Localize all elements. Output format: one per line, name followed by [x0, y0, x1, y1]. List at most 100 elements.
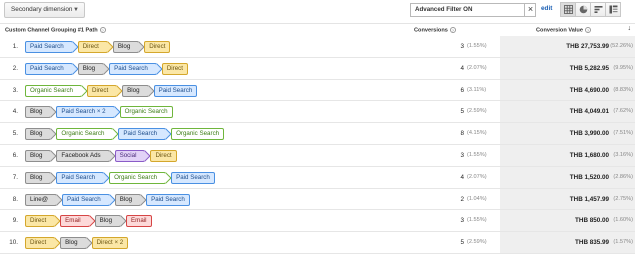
conversions-column-label: Conversions: [414, 27, 448, 34]
channel-chip: Paid Search: [153, 84, 198, 97]
channel-chip: Blog: [77, 62, 105, 75]
edit-filter-link[interactable]: edit: [541, 5, 552, 12]
conversion-value-column-label: Conversion Value: [536, 27, 583, 34]
conversions-percent: (2.59%): [467, 108, 487, 115]
channel-chip: Blog: [25, 149, 52, 162]
conversion-value-percent: (3.16%): [613, 151, 633, 158]
conversions-percent: (1.55%): [467, 151, 487, 158]
conversions-value: 6: [460, 86, 464, 94]
channel-chip: Blog: [122, 84, 149, 97]
channel-chip: Paid Search: [25, 62, 73, 75]
channel-path: Paid Search Direct Blog Direct: [25, 41, 175, 53]
channel-path: Organic Search Direct Blog Paid Search: [25, 84, 202, 97]
conversion-value: THB 850.00: [575, 217, 609, 225]
channel-chip: Organic Search: [109, 171, 167, 184]
row-number: 4.: [12, 108, 18, 116]
table-row: 8. Line@ Paid Search Blog Paid Search 2 (1.…: [0, 189, 635, 211]
row-number: 3.: [12, 86, 18, 94]
conversion-value: THB 1,680.00: [569, 151, 609, 159]
conversions-percent: (2.59%): [467, 239, 487, 246]
channel-chip: Blog: [114, 193, 142, 206]
secondary-dimension-label: Secondary dimension: [11, 6, 73, 13]
channel-chip: Organic Search: [171, 128, 225, 141]
clear-filter-button[interactable]: ×: [524, 3, 536, 17]
sort-desc-icon[interactable]: ↓: [628, 25, 632, 32]
channel-chip: Direct: [161, 62, 188, 75]
row-number: 2.: [12, 64, 18, 72]
channel-chip: Organic Search: [56, 128, 114, 141]
channel-chip: Email: [126, 215, 152, 228]
data-table-body: 1. Paid Search Direct Blog Direct 3 (1.55%)…: [0, 36, 635, 254]
bar-view-button[interactable]: [590, 2, 606, 17]
channel-path: Direct Blog Direct × 2: [25, 237, 133, 250]
channel-chip: Facebook Ads: [56, 149, 110, 162]
conversions-percent: (2.07%): [467, 64, 487, 71]
channel-chip: Paid Search: [171, 171, 215, 184]
table-row: 4. Blog Paid Search × 2 Organic Search 5 (…: [0, 101, 635, 124]
conversion-value-percent: (2.86%): [613, 173, 633, 180]
table-row: 7. Blog Paid Search Organic Search Paid Sea…: [0, 167, 635, 189]
conversion-value: THB 5,282.95: [569, 64, 609, 72]
channel-path: Blog Facebook Ads Social Direct: [25, 149, 182, 162]
table-header: Custom Channel Grouping #1 Path? Convers…: [0, 24, 635, 36]
conversions-value: 3: [460, 217, 464, 225]
conversions-percent: (4.15%): [467, 130, 487, 137]
channel-chip: Paid Search: [109, 62, 157, 75]
channel-path: Blog Paid Search × 2 Organic Search: [25, 106, 178, 119]
conversion-value-percent: (8.83%): [613, 86, 633, 93]
conversion-value: THB 4,690.00: [569, 86, 609, 94]
channel-chip: Direct: [144, 41, 171, 53]
channel-chip: Organic Search: [25, 84, 82, 97]
conversions-value: 5: [460, 108, 464, 116]
pivot-view-button[interactable]: [605, 2, 621, 17]
table-row: 1. Paid Search Direct Blog Direct 3 (1.55%)…: [0, 36, 635, 58]
channel-chip: Paid Search × 2: [56, 106, 115, 119]
secondary-dimension-dropdown[interactable]: Secondary dimension ▼: [4, 2, 85, 18]
channel-chip: Blog: [112, 41, 140, 53]
pie-view-button[interactable]: [575, 2, 591, 17]
channel-path: Blog Organic Search Paid Search Organic Sea…: [25, 128, 229, 141]
conversion-value-percent: (1.60%): [613, 217, 633, 224]
chevron-down-icon: ▼: [73, 7, 79, 13]
path-column-header[interactable]: Custom Channel Grouping #1 Path?: [5, 27, 106, 33]
conversions-percent: (2.07%): [467, 173, 487, 180]
conversions-column-header[interactable]: Conversions?: [414, 27, 456, 33]
channel-chip: Email: [60, 215, 90, 228]
bar-view-icon: [594, 6, 602, 13]
help-icon[interactable]: ?: [584, 27, 591, 33]
row-number: 5.: [12, 130, 18, 138]
conversion-value-percent: (9.95%): [613, 64, 633, 71]
channel-path: Direct Email Blog Email: [25, 215, 157, 228]
conversions-percent: (1.55%): [467, 217, 487, 224]
conversion-value: THB 1,457.99: [569, 195, 609, 203]
table-view-icon: [563, 5, 573, 14]
channel-chip: Paid Search: [56, 171, 105, 184]
conversions-value: 4: [460, 64, 464, 72]
conversions-value: 8: [460, 130, 464, 138]
help-icon[interactable]: ?: [99, 27, 106, 33]
view-switcher: [560, 2, 621, 17]
conversions-value: 3: [460, 151, 464, 159]
conversions-percent: (3.11%): [467, 86, 487, 93]
channel-path: Blog Paid Search Organic Search Paid Search: [25, 171, 220, 184]
table-view-button[interactable]: [560, 2, 576, 17]
row-number: 7.: [12, 173, 18, 181]
help-icon[interactable]: ?: [449, 27, 456, 33]
conversion-value-column-header[interactable]: Conversion Value?: [536, 27, 591, 33]
channel-chip: Direct: [25, 215, 56, 228]
row-number: 10.: [9, 239, 18, 247]
conversion-value-percent: (2.75%): [613, 195, 633, 202]
channel-chip: Paid Search: [146, 193, 190, 206]
conversion-value: THB 1,520.00: [569, 173, 609, 181]
report-toolbar: Secondary dimension ▼ Advanced Filter ON…: [0, 0, 635, 24]
channel-chip: Blog: [60, 237, 87, 250]
table-row: 6. Blog Facebook Ads Social Direct 3 (1.55%…: [0, 145, 635, 167]
pivot-view-icon: [609, 5, 617, 14]
channel-chip: Blog: [25, 171, 52, 184]
row-number: 1.: [12, 43, 18, 50]
channel-chip: Social: [114, 149, 146, 162]
channel-chip: Organic Search: [119, 106, 173, 119]
channel-chip: Direct × 2: [91, 237, 129, 250]
advanced-filter-field[interactable]: Advanced Filter ON: [410, 3, 536, 17]
row-number: 9.: [12, 217, 18, 225]
